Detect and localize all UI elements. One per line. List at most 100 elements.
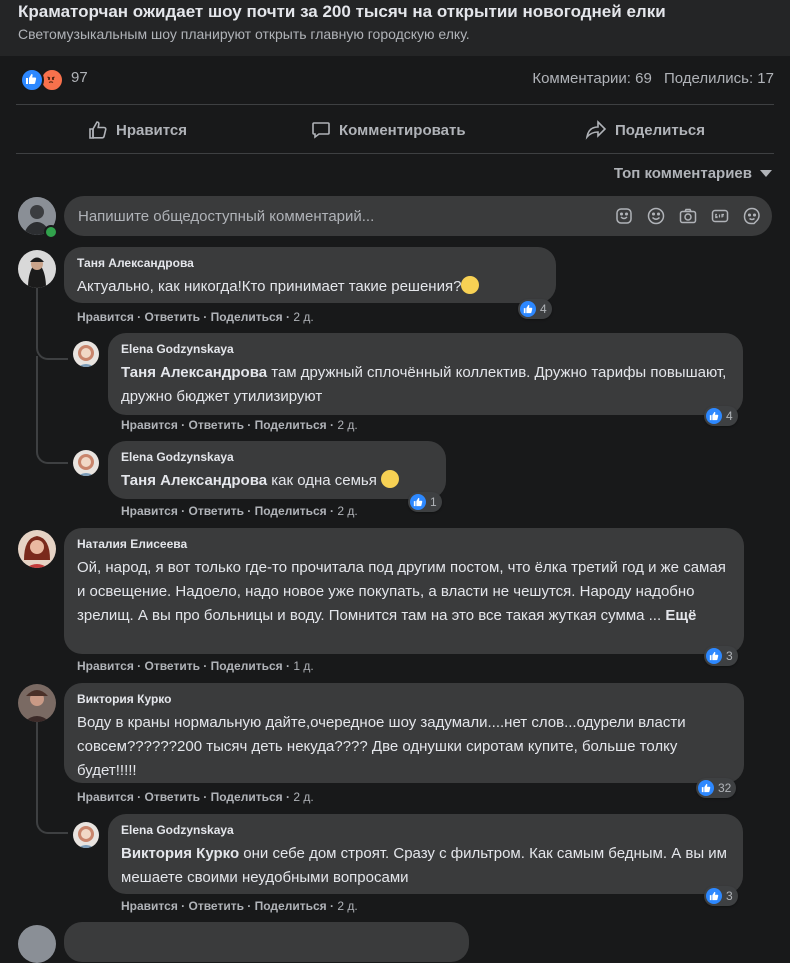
comments-count-link[interactable]: Комментарии: 69	[532, 70, 652, 87]
reply-timestamp[interactable]: 2 д.	[337, 504, 357, 518]
like-count-badge[interactable]: 3	[704, 646, 738, 666]
comment-input-box[interactable]	[64, 196, 772, 236]
comment-share-link[interactable]: Поделиться	[211, 790, 283, 804]
mention-link[interactable]: Таня Александрова	[121, 364, 267, 381]
comment-reply-link[interactable]: Ответить	[145, 790, 200, 804]
comment-like-link[interactable]: Нравится	[77, 790, 134, 804]
reply-like-link[interactable]: Нравится	[121, 899, 178, 913]
shares-count-link[interactable]: Поделились: 17	[664, 70, 774, 87]
camera-icon[interactable]	[678, 206, 698, 226]
grin-emoji-icon	[381, 470, 400, 488]
comment-meta: Нравится · Ответить · Поделиться · 2 д.	[77, 310, 314, 324]
like-count: 3	[726, 649, 733, 663]
thread-line	[36, 720, 38, 810]
like-count: 4	[540, 302, 547, 316]
comment-share-link[interactable]: Поделиться	[211, 310, 283, 324]
comment-meta: Нравится · Ответить · Поделиться · 2 д.	[77, 790, 314, 804]
like-count-badge[interactable]: 1	[408, 492, 442, 512]
see-more-link[interactable]: Ещё	[665, 607, 696, 624]
like-count-badge[interactable]: 32	[696, 778, 737, 798]
like-count: 32	[718, 781, 732, 795]
comment-like-link[interactable]: Нравится	[77, 659, 134, 673]
reply-like-link[interactable]: Нравится	[121, 504, 178, 518]
comment-author[interactable]: Виктория Курко	[77, 692, 172, 706]
gif-icon[interactable]	[710, 206, 730, 226]
commenter-avatar[interactable]	[18, 684, 56, 722]
divider	[16, 153, 774, 154]
post-subtitle: Светомузыкальным шоу планируют открыть г…	[18, 26, 470, 42]
like-button-label: Нравится	[116, 121, 188, 139]
comment-bubble: Таня Александрова Актуально, как никогда…	[64, 247, 556, 303]
avatar-sticker-icon[interactable]	[742, 206, 762, 226]
reply-like-link[interactable]: Нравится	[121, 418, 178, 432]
commenter-avatar[interactable]	[18, 250, 56, 288]
like-count-badge[interactable]: 4	[518, 299, 552, 319]
comment-share-link[interactable]: Поделиться	[211, 659, 283, 673]
divider	[16, 104, 774, 105]
comment-timestamp[interactable]: 2 д.	[293, 310, 313, 324]
comment-button-label: Комментировать	[339, 121, 466, 139]
like-count-badge[interactable]: 3	[704, 886, 738, 906]
comment-reply-link[interactable]: Ответить	[145, 310, 200, 324]
reaction-count[interactable]: 97	[71, 69, 88, 86]
reply-author[interactable]: Elena Godzynskaya	[121, 342, 234, 356]
comment-reply-link[interactable]: Ответить	[145, 659, 200, 673]
like-count: 1	[430, 495, 437, 509]
reply-share-link[interactable]: Поделиться	[255, 504, 327, 518]
reply-avatar[interactable]	[73, 341, 99, 367]
post-header: Краматорчан ожидает шоу почти за 200 тыс…	[0, 0, 790, 56]
comment-author[interactable]: Таня Александрова	[77, 256, 194, 270]
share-button[interactable]: Поделиться	[585, 110, 705, 150]
thinking-emoji-icon	[461, 276, 480, 294]
comment-bubble: Виктория Курко Воду в краны нормальную д…	[64, 683, 744, 783]
thread-connector	[36, 356, 68, 464]
reply-author[interactable]: Elena Godzynskaya	[121, 450, 234, 464]
post-title[interactable]: Краматорчан ожидает шоу почти за 200 тыс…	[18, 2, 666, 22]
reply-reply-link[interactable]: Ответить	[189, 504, 244, 518]
reply-meta: Нравится · Ответить · Поделиться · 2 д.	[121, 418, 358, 432]
mention-link[interactable]: Виктория Курко	[121, 845, 239, 862]
like-reaction-icon	[706, 408, 722, 424]
like-reaction-icon	[520, 301, 536, 317]
like-count-badge[interactable]: 4	[704, 406, 738, 426]
comment-text: Воду в краны нормальную дайте,очередное …	[77, 714, 686, 779]
reaction-icons[interactable]	[20, 68, 64, 92]
reply-avatar[interactable]	[73, 450, 99, 476]
reply-timestamp[interactable]: 2 д.	[337, 899, 357, 913]
reply-text: Таня Александрова там дружный сплочённый…	[121, 364, 727, 405]
reply-share-link[interactable]: Поделиться	[255, 899, 327, 913]
reply-share-link[interactable]: Поделиться	[255, 418, 327, 432]
comment-meta: Нравится · Ответить · Поделиться · 1 д.	[77, 659, 314, 673]
comment-icon	[312, 122, 330, 139]
comment-input[interactable]	[64, 196, 598, 236]
reply-timestamp[interactable]: 2 д.	[337, 418, 357, 432]
like-count: 4	[726, 409, 733, 423]
comment-author[interactable]: Наталия Елисеева	[77, 537, 187, 551]
like-reaction-icon	[20, 68, 44, 92]
like-count: 3	[726, 889, 733, 903]
commenter-avatar[interactable]	[18, 530, 56, 568]
comment-timestamp[interactable]: 2 д.	[293, 790, 313, 804]
like-reaction-icon	[706, 888, 722, 904]
reply-text: Таня Александрова как одна семья	[121, 469, 400, 493]
sticker-icon[interactable]	[614, 206, 634, 226]
mention-link[interactable]: Таня Александрова	[121, 472, 267, 489]
comment-timestamp[interactable]: 1 д.	[293, 659, 313, 673]
reply-author[interactable]: Elena Godzynskaya	[121, 823, 234, 837]
comment-text: Ой, народ, я вот только где-то прочитала…	[77, 559, 726, 624]
reply-avatar[interactable]	[73, 822, 99, 848]
reply-bubble: Elena Godzynskaya Виктория Курко они себ…	[108, 814, 743, 894]
comment-like-link[interactable]: Нравится	[77, 310, 134, 324]
share-icon	[585, 120, 607, 140]
reply-reply-link[interactable]: Ответить	[189, 899, 244, 913]
share-button-label: Поделиться	[615, 121, 706, 139]
commenter-avatar[interactable]	[18, 925, 56, 963]
comment-button[interactable]: Комментировать	[311, 110, 466, 150]
chevron-down-icon	[760, 169, 772, 177]
like-reaction-icon	[706, 648, 722, 664]
comment-sort-dropdown[interactable]: Топ комментариев	[614, 165, 772, 182]
reply-reply-link[interactable]: Ответить	[189, 418, 244, 432]
emoji-icon[interactable]	[646, 206, 666, 226]
like-reaction-icon	[698, 780, 714, 796]
like-button[interactable]: Нравится	[88, 110, 187, 150]
